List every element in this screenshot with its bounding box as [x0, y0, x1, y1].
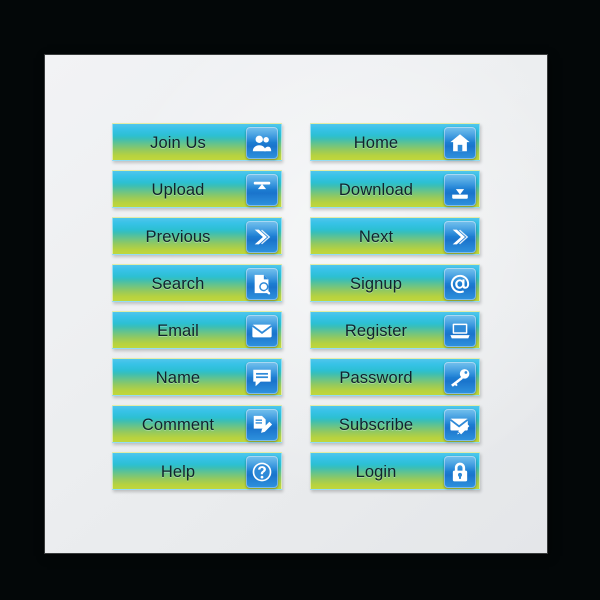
button-label: Home: [353, 134, 399, 152]
button-download[interactable]: Download: [310, 170, 480, 208]
document-pen-icon: [246, 409, 278, 441]
button-label: Help: [160, 463, 196, 481]
column-gap: [282, 358, 310, 396]
button-label: Register: [344, 322, 408, 340]
download-arrow-icon: [444, 174, 476, 206]
column-gap: [282, 264, 310, 302]
column-gap: [282, 170, 310, 208]
button-label: Join Us: [150, 134, 206, 152]
button-signup[interactable]: Signup: [310, 264, 480, 302]
button-label: Upload: [151, 181, 205, 199]
button-label: Previous: [145, 228, 211, 246]
envelope-pen-icon: [444, 409, 476, 441]
button-email[interactable]: Email: [112, 311, 282, 349]
button-label: Next: [358, 228, 394, 246]
button-upload[interactable]: Upload: [112, 170, 282, 208]
house-icon: [444, 127, 476, 159]
column-gap: [282, 452, 310, 490]
arrow-right-icon: [246, 221, 278, 253]
button-label: Subscribe: [338, 416, 414, 434]
document-magnifier-icon: [246, 268, 278, 300]
button-grid: Join Us Home Upload Download Previous Ne…: [112, 123, 480, 490]
button-join-us[interactable]: Join Us: [112, 123, 282, 161]
button-help[interactable]: Help: [112, 452, 282, 490]
upload-arrow-icon: [246, 174, 278, 206]
button-label: Email: [157, 322, 199, 340]
button-previous[interactable]: Previous: [112, 217, 282, 255]
arrow-right-icon: [444, 221, 476, 253]
speech-bubble-icon: [246, 362, 278, 394]
button-home[interactable]: Home: [310, 123, 480, 161]
column-gap: [282, 123, 310, 161]
laptop-icon: [444, 315, 476, 347]
button-label: Login: [355, 463, 397, 481]
button-label: Name: [155, 369, 201, 387]
key-icon: [444, 362, 476, 394]
button-comment[interactable]: Comment: [112, 405, 282, 443]
column-gap: [282, 311, 310, 349]
button-name[interactable]: Name: [112, 358, 282, 396]
button-next[interactable]: Next: [310, 217, 480, 255]
question-circle-icon: [246, 456, 278, 488]
column-gap: [282, 217, 310, 255]
button-label: Download: [338, 181, 414, 199]
button-register[interactable]: Register: [310, 311, 480, 349]
button-label: Password: [339, 369, 413, 387]
padlock-icon: [444, 456, 476, 488]
button-label: Search: [151, 275, 205, 293]
button-search[interactable]: Search: [112, 264, 282, 302]
column-gap: [282, 405, 310, 443]
at-sign-icon: [444, 268, 476, 300]
envelope-icon: [246, 315, 278, 347]
screenshot-canvas: Join Us Home Upload Download Previous Ne…: [0, 0, 600, 600]
button-password[interactable]: Password: [310, 358, 480, 396]
button-login[interactable]: Login: [310, 452, 480, 490]
button-label: Comment: [141, 416, 215, 434]
people-icon: [246, 127, 278, 159]
button-label: Signup: [350, 275, 402, 293]
button-subscribe[interactable]: Subscribe: [310, 405, 480, 443]
